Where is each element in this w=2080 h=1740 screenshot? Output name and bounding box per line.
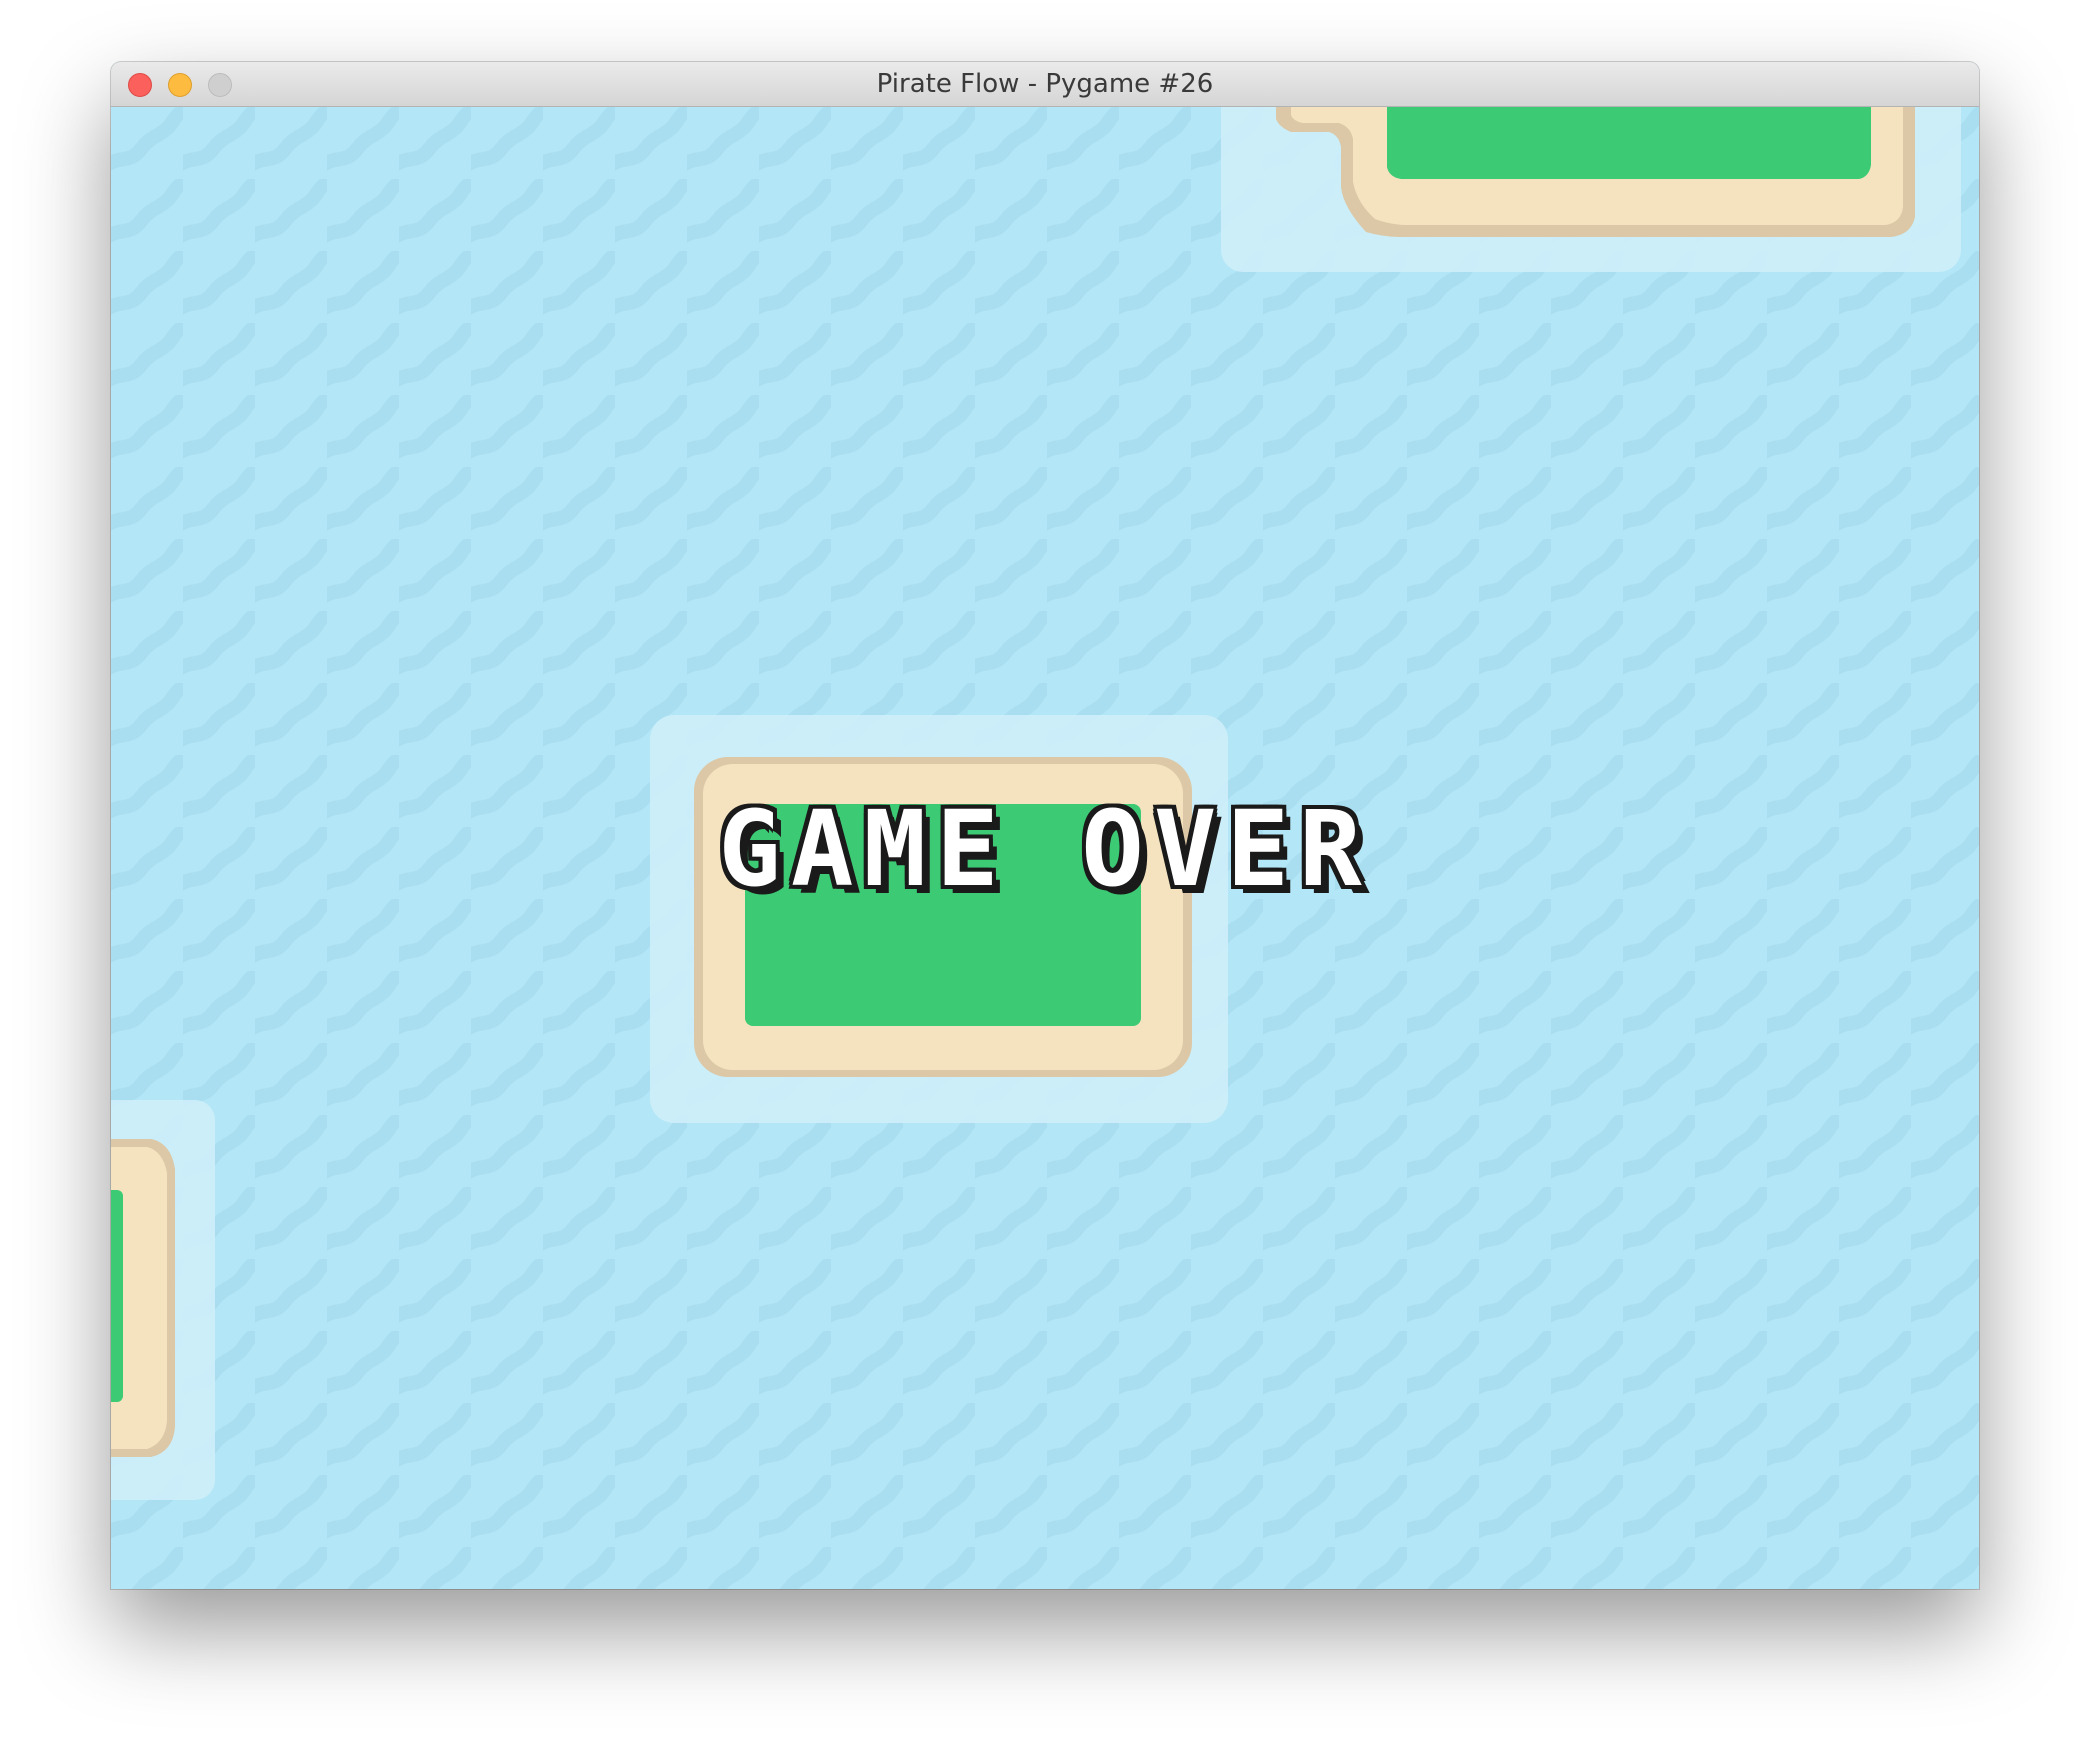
game-window: Pirate Flow - Pygame #26 GAME OVER xyxy=(111,62,1979,1589)
window-title: Pirate Flow - Pygame #26 xyxy=(876,69,1214,99)
island-left xyxy=(111,1100,215,1500)
island-top-right xyxy=(1221,107,1961,272)
title-bar[interactable]: Pirate Flow - Pygame #26 xyxy=(111,62,1979,107)
game-canvas[interactable]: GAME OVER xyxy=(111,107,1979,1589)
island-center xyxy=(650,715,1228,1123)
game-over-text: GAME OVER xyxy=(718,788,1372,910)
